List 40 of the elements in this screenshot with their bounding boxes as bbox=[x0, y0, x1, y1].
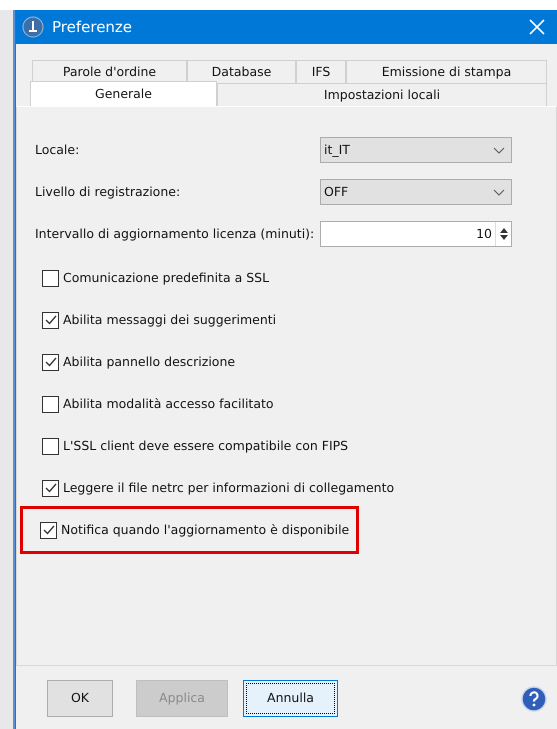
checkbox[interactable] bbox=[42, 312, 59, 328]
tab[interactable]: Database bbox=[187, 60, 296, 83]
check-icon bbox=[44, 483, 56, 493]
checkbox-label[interactable]: Comunicazione predefinita a SSL bbox=[63, 268, 270, 288]
checkbox[interactable] bbox=[40, 522, 57, 538]
checkbox[interactable] bbox=[42, 354, 59, 370]
help-button[interactable] bbox=[521, 686, 547, 712]
tab[interactable]: Generale bbox=[30, 81, 217, 106]
check-icon bbox=[44, 315, 56, 325]
window-title: Preferenze bbox=[52, 16, 134, 38]
checkbox-label[interactable]: Leggere il file netrc per informazioni di collegamento bbox=[63, 478, 394, 498]
check-icon bbox=[42, 525, 54, 535]
chevron-down-icon bbox=[493, 146, 505, 154]
ok-button[interactable]: OK bbox=[47, 680, 113, 717]
field-label: Livello di registrazione: bbox=[35, 182, 182, 201]
checkbox-label[interactable]: Abilita modalità accesso facilitato bbox=[63, 394, 274, 414]
field-label: Intervallo di aggiornamento licenza (minuti): bbox=[35, 224, 316, 243]
cancel-button[interactable]: Annulla bbox=[243, 680, 338, 717]
app-icon bbox=[22, 16, 44, 38]
checkbox[interactable] bbox=[42, 480, 59, 496]
field-label: Locale: bbox=[35, 140, 80, 159]
check-icon bbox=[44, 357, 56, 367]
checkbox-label[interactable]: L'SSL client deve essere compatibile con FIPS bbox=[63, 436, 348, 456]
number-spinner[interactable]: 10 bbox=[320, 221, 512, 247]
checkbox[interactable] bbox=[42, 270, 59, 286]
down-arrow-icon[interactable] bbox=[500, 235, 508, 240]
checkbox-label[interactable]: Notifica quando l'aggiornamento è disponibile bbox=[61, 520, 350, 540]
up-arrow-icon[interactable] bbox=[500, 228, 508, 233]
tab[interactable]: Emissione di stampa bbox=[346, 60, 547, 83]
tab[interactable]: Impostazioni locali bbox=[217, 83, 547, 106]
checkbox-label[interactable]: Abilita messaggi dei suggerimenti bbox=[63, 310, 276, 330]
chevron-down-icon bbox=[493, 188, 505, 196]
checkbox[interactable] bbox=[42, 396, 59, 412]
tab[interactable]: IFS bbox=[296, 60, 346, 83]
checkbox[interactable] bbox=[42, 438, 59, 454]
close-button[interactable] bbox=[527, 17, 547, 37]
tab[interactable]: Parole d'ordine bbox=[32, 60, 187, 83]
dropdown[interactable]: it_IT bbox=[320, 137, 512, 163]
checkbox-label[interactable]: Abilita pannello descrizione bbox=[63, 352, 236, 372]
dropdown[interactable]: OFF bbox=[320, 179, 512, 205]
